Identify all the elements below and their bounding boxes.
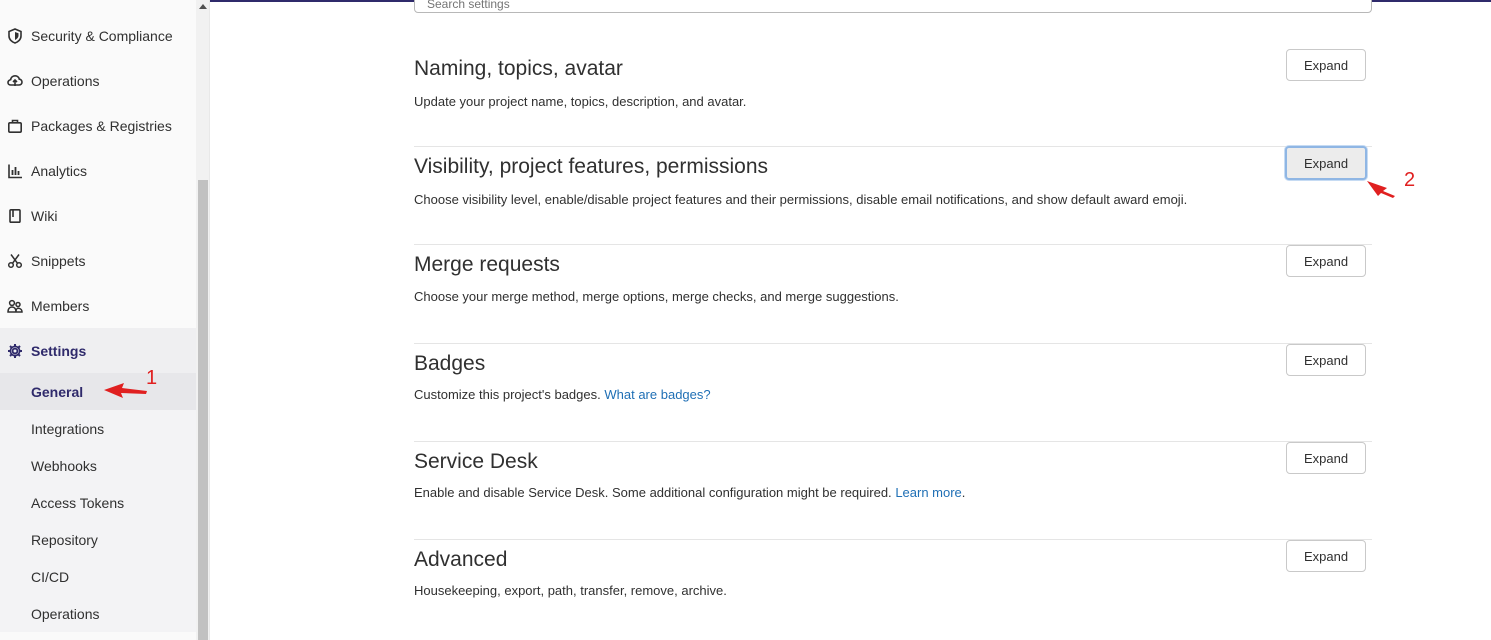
sidebar-item-label: Members [31,297,90,314]
book-icon [7,208,23,224]
section-description: Choose visibility level, enable/disable … [414,192,1188,207]
sidebar-item-label: Analytics [31,162,88,179]
sidebar-item-label: Packages & Registries [31,117,172,134]
sidebar-item-label: Snippets [31,252,86,269]
settings-subitem-general[interactable]: General [0,373,196,410]
section-title: Visibility, project features, permission… [414,155,769,178]
section-description: Enable and disable Service Desk. Some ad… [414,485,966,500]
sidebar-scrollbar[interactable] [196,0,210,640]
settings-section-visibility: Visibility, project features, permission… [414,146,1372,245]
search-input[interactable] [414,0,1372,13]
expand-button[interactable]: Expand [1286,442,1366,474]
sidebar-item-label: Security & Compliance [31,27,173,44]
expand-button[interactable]: Expand [1286,245,1366,277]
cloud-icon [7,73,23,89]
chart-icon [7,163,23,179]
settings-subitem-cicd[interactable]: CI/CD [0,558,196,595]
learn-more-link[interactable]: Learn more [895,485,961,500]
expand-button[interactable]: Expand [1286,540,1366,572]
settings-section-naming: Naming, topics, avatar Update your proje… [414,49,1372,147]
settings-subitem-repository[interactable]: Repository [0,521,196,558]
sidebar-item-snippets[interactable]: Snippets [0,238,196,283]
settings-section-service-desk: Service Desk Enable and disable Service … [414,442,1372,540]
shield-icon [7,27,23,44]
sidebar-item-packages[interactable]: Packages & Registries [0,103,196,148]
section-description: Customize this project's badges. What ar… [414,387,711,402]
settings-subitem-access-tokens[interactable]: Access Tokens [0,484,196,521]
section-title: Advanced [414,548,508,571]
sidebar-item-label: Wiki [31,207,58,224]
scroll-up-arrow-icon[interactable] [199,4,207,9]
section-title: Naming, topics, avatar [414,57,623,80]
sidebar-item-wiki[interactable]: Wiki [0,193,196,238]
annotation-label-1: 1 [146,367,158,389]
section-description: Update your project name, topics, descri… [414,94,747,109]
settings-subitem-webhooks[interactable]: Webhooks [0,447,196,484]
sidebar-item-settings[interactable]: Settings [0,328,196,373]
expand-button[interactable]: Expand [1286,49,1366,81]
package-icon [7,118,23,134]
sidebar-item-operations[interactable]: Operations [0,58,196,103]
what-are-badges-link[interactable]: What are badges? [604,387,710,402]
section-description: Housekeeping, export, path, transfer, re… [414,583,727,598]
settings-section-advanced: Advanced Housekeeping, export, path, tra… [414,540,1372,638]
users-icon [7,298,23,314]
section-title: Merge requests [414,253,560,276]
sidebar-item-label: Operations [31,72,100,89]
settings-subitem-operations[interactable]: Operations [0,595,196,632]
section-title: Service Desk [414,450,538,473]
expand-button[interactable]: Expand [1286,344,1366,376]
sidebar-item-label: Settings [31,342,87,359]
scrollbar-thumb[interactable] [198,180,208,640]
sidebar-item-analytics[interactable]: Analytics [0,148,196,193]
annotation-label-2: 2 [1404,169,1416,191]
sidebar-item-members[interactable]: Members [0,283,196,328]
sidebar: Security & Compliance Operations Package… [0,0,196,640]
expand-button[interactable]: Expand [1285,146,1367,180]
settings-section-merge-requests: Merge requests Choose your merge method,… [414,245,1372,344]
settings-section-badges: Badges Customize this project's badges. … [414,344,1372,442]
sidebar-item-security[interactable]: Security & Compliance [0,13,196,58]
scissors-icon [7,253,23,269]
settings-subitem-integrations[interactable]: Integrations [0,410,196,447]
section-title: Badges [414,352,486,375]
section-description: Choose your merge method, merge options,… [414,289,899,304]
gear-icon [7,343,23,359]
